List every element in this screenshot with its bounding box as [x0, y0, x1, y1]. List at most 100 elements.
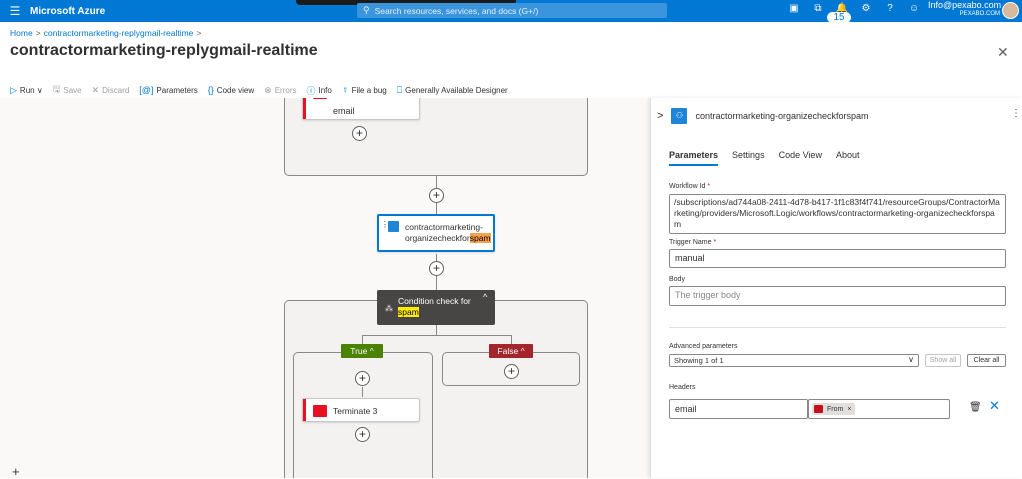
- discard-button[interactable]: ✕ Discard: [92, 85, 130, 96]
- avatar[interactable]: [1002, 2, 1019, 19]
- close-icon[interactable]: ✕: [989, 398, 1000, 414]
- settings-icon[interactable]: ⚙: [854, 3, 878, 25]
- required-marker: *: [707, 183, 711, 190]
- terminate-action-card[interactable]: Terminate 3: [302, 398, 420, 422]
- chevron-up-icon: ^: [369, 346, 374, 356]
- directory-filter-icon[interactable]: ⧉: [806, 3, 830, 25]
- designer-label: Generally Available Designer: [405, 85, 508, 95]
- error-icon: ⊗: [264, 84, 272, 95]
- panel-header: > ⚇ contractormarketing-organizecheckfor…: [657, 108, 869, 124]
- collapse-panel-icon[interactable]: >: [657, 110, 663, 122]
- terminate-icon: [313, 98, 327, 99]
- workflow-id-field[interactable]: /subscriptions/ad744a08-2411-4d78-b417-1…: [669, 194, 1006, 234]
- zoom-in-icon[interactable]: +: [12, 464, 20, 479]
- false-label: False: [497, 346, 519, 356]
- designer-toggle-button[interactable]: ⎕ Generally Available Designer: [397, 85, 508, 96]
- add-step-button[interactable]: +: [429, 188, 444, 203]
- remove-token-icon[interactable]: ×: [847, 406, 851, 413]
- bookmark-icon: ⎕: [396, 84, 403, 95]
- breadcrumb-home[interactable]: Home: [10, 28, 33, 38]
- chevron-up-icon: ^: [520, 346, 525, 356]
- add-step-button[interactable]: +: [504, 364, 519, 379]
- terminate-icon: [313, 405, 327, 417]
- breadcrumb-separator: >: [35, 28, 41, 38]
- info-label: Info: [318, 85, 332, 95]
- organize-spam-action-card[interactable]: ⋮ contractormarketing- organizecheckfors…: [377, 214, 495, 252]
- header-key-input[interactable]: email: [669, 399, 808, 419]
- action-title-line1: contractormarketing-: [405, 222, 483, 232]
- save-button[interactable]: 🖫 Save: [53, 82, 82, 98]
- add-step-button[interactable]: +: [352, 126, 367, 141]
- search-icon: ⚲: [363, 5, 370, 15]
- panel-title: contractormarketing-organizecheckforspam: [695, 111, 869, 121]
- true-label: True: [350, 346, 368, 356]
- search-input[interactable]: ⚲ Search resources, services, and docs (…: [357, 3, 667, 18]
- notifications-icon[interactable]: 🔔15: [827, 3, 854, 25]
- card-accent: [303, 98, 306, 119]
- tab-settings[interactable]: Settings: [732, 150, 765, 166]
- bug-icon: ☿: [341, 85, 349, 95]
- parameters-label: Parameters: [156, 85, 198, 95]
- cloud-shell-icon[interactable]: ▣: [782, 3, 806, 25]
- delete-icon[interactable]: 🗑: [969, 402, 982, 413]
- discard-icon: ✕: [91, 84, 100, 95]
- more-icon[interactable]: ⋮: [1011, 108, 1021, 119]
- collapse-icon[interactable]: ^: [483, 292, 487, 302]
- false-branch-badge[interactable]: False ^: [489, 344, 533, 358]
- close-icon[interactable]: ✕: [997, 44, 1009, 61]
- trigger-name-label: Trigger Name *: [669, 239, 716, 246]
- body-label: Body: [669, 276, 685, 283]
- brand-label[interactable]: Microsoft Azure: [30, 6, 105, 17]
- workflow-icon: [388, 221, 399, 232]
- action-title-prefix: organizecheckfor: [405, 233, 470, 243]
- menu-icon[interactable]: ☰: [0, 4, 30, 18]
- header-value-input[interactable]: From ×: [808, 399, 950, 419]
- file-bug-label: File a bug: [351, 85, 387, 95]
- run-button[interactable]: ▷ Run ∨: [10, 85, 43, 96]
- search-placeholder: Search resources, services, and docs (G+…: [374, 5, 539, 16]
- file-bug-button[interactable]: ☿ File a bug: [342, 85, 387, 95]
- user-email: Info@pexabo.com: [928, 0, 1002, 10]
- email-action-card[interactable]: email: [302, 98, 420, 120]
- condition-card[interactable]: ⁂ Condition check for spam ^: [377, 290, 495, 325]
- add-step-button[interactable]: +: [355, 371, 370, 386]
- chevron-down-icon: ∨: [36, 85, 43, 95]
- code-view-button[interactable]: {} Code view: [208, 85, 254, 95]
- designer-canvas[interactable]: email + + ⋮ contractormarketing- organiz…: [0, 98, 650, 478]
- parameters-button[interactable]: [@] Parameters: [139, 85, 198, 95]
- true-branch-badge[interactable]: True ^: [341, 344, 383, 358]
- workflow-id-label-text: Workflow Id: [669, 183, 706, 190]
- headers-label: Headers: [669, 384, 696, 391]
- help-icon[interactable]: ?: [878, 3, 902, 25]
- user-account[interactable]: Info@pexabo.com PEXABO.COM: [928, 0, 1002, 19]
- body-field[interactable]: The trigger body: [669, 286, 1006, 306]
- add-step-button[interactable]: +: [429, 261, 444, 276]
- tab-parameters[interactable]: Parameters: [669, 150, 719, 166]
- code-icon: {}: [207, 85, 214, 95]
- tab-about[interactable]: About: [836, 150, 860, 166]
- breadcrumb-separator: >: [196, 28, 202, 38]
- advanced-parameters-select[interactable]: Showing 1 of 1 ∨: [669, 354, 919, 367]
- required-marker: *: [713, 239, 717, 246]
- dynamic-content-token[interactable]: From ×: [812, 403, 856, 415]
- play-icon: ▷: [10, 84, 17, 95]
- tab-code-view[interactable]: Code View: [779, 150, 822, 166]
- info-button[interactable]: ⓘ Info: [306, 84, 331, 97]
- feedback-icon[interactable]: ☺: [902, 3, 926, 25]
- run-label: Run: [19, 85, 35, 95]
- save-icon: 🖫: [52, 84, 61, 94]
- errors-label: Errors: [274, 85, 297, 95]
- condition-icon: ⁂: [385, 304, 393, 313]
- email-card-label: email: [333, 106, 355, 116]
- errors-button[interactable]: ⊗ Errors: [264, 85, 296, 96]
- trigger-name-field[interactable]: manual: [669, 249, 1006, 268]
- action-title-line2: organizecheckforspam: [405, 233, 491, 244]
- more-icon[interactable]: ···: [290, 45, 300, 56]
- connector-line: [436, 325, 437, 335]
- clear-all-button[interactable]: Clear all: [967, 354, 1006, 367]
- show-all-button[interactable]: Show all: [925, 354, 961, 367]
- condition-title-highlight: spam: [398, 307, 419, 317]
- add-step-button[interactable]: +: [355, 427, 370, 442]
- breadcrumb-parent[interactable]: contractormarketing-replygmail-realtime: [44, 28, 194, 38]
- divider: [669, 327, 1006, 328]
